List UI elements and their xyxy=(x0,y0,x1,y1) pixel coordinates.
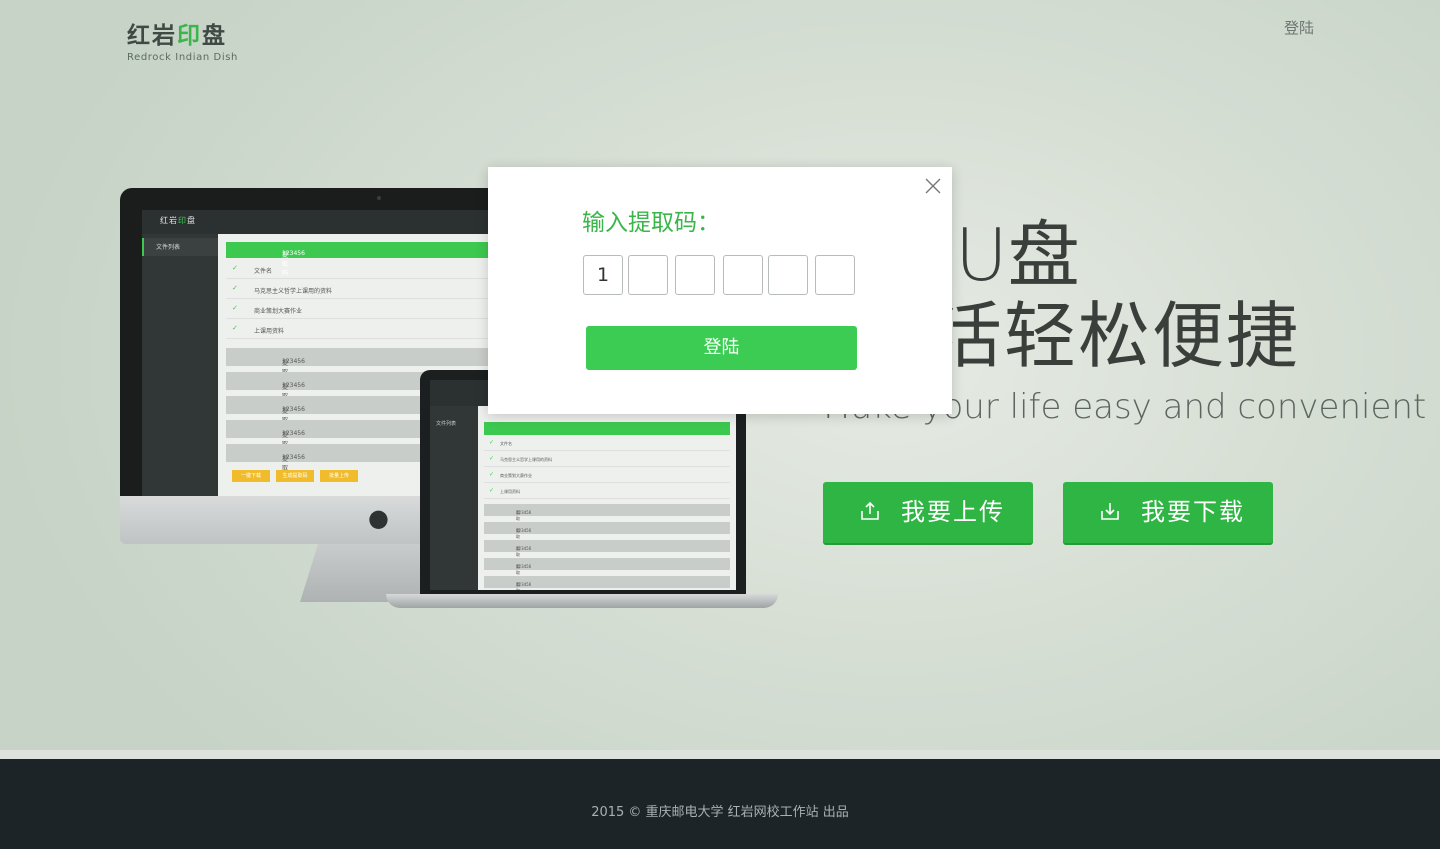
macbook-file-row: ✓ 商业策划大赛作业 xyxy=(484,468,730,483)
app-generate-code-button: 生成提取码 xyxy=(276,470,314,482)
app-logo: 红岩印盘 xyxy=(160,215,196,226)
check-icon: ✓ xyxy=(489,487,495,494)
code-digit-input-6[interactable] xyxy=(815,255,855,295)
logo-subtitle: Redrock Indian Dish xyxy=(127,52,238,63)
app-logo-part1: 红岩 xyxy=(160,216,178,225)
macbook-row-collapsed: 提取码 123456 xyxy=(484,540,730,563)
app-sidebar-label: 文件列表 xyxy=(156,244,181,251)
check-icon: ✓ xyxy=(489,439,495,446)
app-file-header: ✓ 文件名 xyxy=(226,260,512,279)
code-value: 123456 xyxy=(282,454,305,461)
code-digit-input-3[interactable] xyxy=(675,255,715,295)
apple-logo-icon: ● xyxy=(368,504,389,532)
imac-camera xyxy=(377,196,381,200)
app-sidebar-item: 文件列表 xyxy=(142,238,218,256)
code-digit-input-1[interactable]: 1 xyxy=(583,255,623,295)
logo-accent: 印 xyxy=(177,23,202,49)
code-value: 123456 xyxy=(282,406,305,413)
modal-login-button[interactable]: 登陆 xyxy=(586,326,857,370)
hero-title-line1: U盘 xyxy=(955,213,1080,297)
code-value: 123456 xyxy=(282,358,305,365)
macbook-main: ✓ 文件名 ✓ 马克思主义哲学上课用的资料 ✓ 商业策划大赛作业 ✓ 上课用资料 提取码… xyxy=(478,406,736,590)
download-button[interactable]: 我要下载 xyxy=(1063,482,1273,543)
logo-part2: 盘 xyxy=(202,23,227,49)
code-digit-input-4[interactable] xyxy=(723,255,763,295)
app-topbar: 红岩印盘 xyxy=(142,210,512,234)
upload-icon xyxy=(861,501,879,520)
macbook-row-code: 提取码 123456 xyxy=(500,507,531,527)
check-icon: ✓ xyxy=(232,324,238,332)
file-header-label: 文件名 xyxy=(254,268,273,275)
app-row-active: 提取码 123456 xyxy=(226,242,512,277)
macbook-row-collapsed: 提取码 123456 xyxy=(484,576,730,590)
logo-part1: 红岩 xyxy=(127,23,177,49)
download-icon xyxy=(1101,503,1119,520)
code-value: 123456 xyxy=(516,564,532,569)
extract-code-modal: 输入提取码： 1 登陆 xyxy=(488,167,952,414)
app-file-row: ✓ 商业策划大赛作业 xyxy=(226,300,512,319)
app-file-row: ✓ 上课用资料 xyxy=(226,320,512,339)
app-row-code: 提取码 123456 xyxy=(254,401,305,433)
file-name: 商业策划大赛作业 xyxy=(254,308,303,315)
footer-copyright: 2015 © 重庆邮电大学 红岩网校工作站 出品 xyxy=(591,805,849,820)
app-row-code: 提取码 123456 xyxy=(254,449,305,481)
code-value: 123456 xyxy=(516,528,532,533)
check-icon: ✓ xyxy=(232,264,238,272)
app-logo-accent: 印 xyxy=(178,216,187,225)
app-row-collapsed: 提取码 123456 xyxy=(226,348,512,385)
file-name: 上课用资料 xyxy=(500,489,520,494)
code-value: 123456 xyxy=(516,582,532,587)
code-digit-input-5[interactable] xyxy=(768,255,808,295)
app-row-code: 提取码 123456 xyxy=(254,246,305,277)
hero-title-line2: 活轻松便捷 xyxy=(930,294,1301,378)
check-icon: ✓ xyxy=(489,471,495,478)
macbook-row-active xyxy=(484,422,730,435)
download-button-label: 我要下载 xyxy=(1141,498,1245,526)
header-login-link[interactable]: 登陆 xyxy=(1284,17,1314,38)
macbook-row-collapsed: 提取码 123456 xyxy=(484,522,730,545)
file-name: 商业策划大赛作业 xyxy=(500,473,532,478)
app-row-code: 提取码 123456 xyxy=(254,377,305,409)
macbook-file-row: ✓ 文件名 xyxy=(484,436,730,451)
macbook-row-collapsed: 提取码 123456 xyxy=(484,504,730,527)
macbook-base xyxy=(386,594,778,608)
macbook-sidebar-label: 文件列表 xyxy=(436,421,457,427)
code-value: 123456 xyxy=(282,250,305,257)
app-file-row: ✓ 马克思主义哲学上课用的资料 xyxy=(226,280,512,299)
hero-divider xyxy=(0,750,1440,759)
logo[interactable]: 红岩印盘 Redrock Indian Dish xyxy=(127,22,238,63)
upload-button[interactable]: 我要上传 xyxy=(823,482,1033,543)
file-name: 马克思主义哲学上课用的资料 xyxy=(254,288,333,295)
code-value: 123456 xyxy=(282,382,305,389)
footer: 2015 © 重庆邮电大学 红岩网校工作站 出品 xyxy=(0,759,1440,849)
modal-title: 输入提取码： xyxy=(582,210,720,236)
file-name: 马克思主义哲学上课用的资料 xyxy=(500,457,552,462)
code-value: 123456 xyxy=(282,430,305,437)
macbook-row-collapsed: 提取码 123456 xyxy=(484,558,730,581)
macbook-sidebar: 文件列表 xyxy=(430,406,478,590)
app-row-code: 提取码 123456 xyxy=(254,425,305,457)
macbook-file-row: ✓ 马克思主义哲学上课用的资料 xyxy=(484,452,730,467)
macbook-row-code: 提取码 123456 xyxy=(500,543,531,563)
code-value: 123456 xyxy=(516,510,532,515)
check-icon: ✓ xyxy=(489,455,495,462)
upload-button-label: 我要上传 xyxy=(901,498,1005,526)
app-logo-part2: 盘 xyxy=(187,216,196,225)
app-sidebar: 文件列表 xyxy=(142,234,218,496)
macbook-row-code: 提取码 123456 xyxy=(500,561,531,581)
macbook-file-row: ✓ 上课用资料 xyxy=(484,484,730,499)
file-header-label: 文件名 xyxy=(500,441,512,446)
code-digit-input-2[interactable] xyxy=(628,255,668,295)
app-download-all-button: 一键下载 xyxy=(232,470,270,482)
check-icon: ✓ xyxy=(232,284,238,292)
app-batch-upload-button: 批量上传 xyxy=(320,470,358,482)
code-value: 123456 xyxy=(516,546,532,551)
check-icon: ✓ xyxy=(232,304,238,312)
close-icon[interactable] xyxy=(923,176,943,196)
app-row-code: 提取码 123456 xyxy=(254,353,305,385)
macbook-row-code: 提取码 123456 xyxy=(500,579,531,590)
macbook-row-code: 提取码 123456 xyxy=(500,525,531,545)
file-name: 上课用资料 xyxy=(254,328,285,335)
logo-text: 红岩印盘 xyxy=(127,22,238,50)
